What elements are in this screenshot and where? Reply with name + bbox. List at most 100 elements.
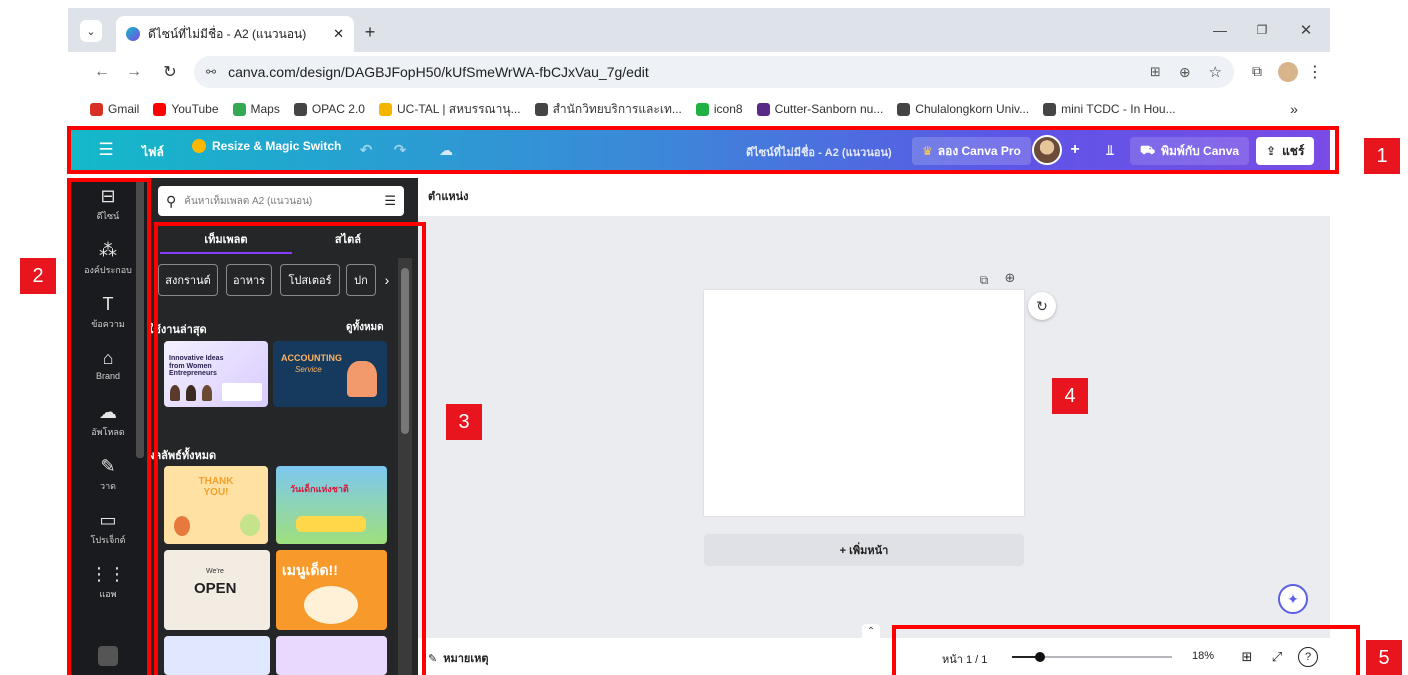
- try-canva-pro-button[interactable]: ♛ ลอง Canva Pro: [912, 137, 1031, 165]
- bookmarks-overflow-icon[interactable]: »: [1284, 100, 1304, 118]
- annotation-label-2: 2: [20, 258, 56, 294]
- annotation-label-3: 3: [446, 404, 482, 440]
- rail-scroll-track: [136, 178, 144, 458]
- bookmark-item[interactable]: Maps: [232, 102, 280, 116]
- bookmark-item[interactable]: YouTube: [153, 102, 219, 116]
- add-page-button[interactable]: + เพิ่มหน้า: [704, 534, 1024, 566]
- template-thumb-partial-2[interactable]: [276, 636, 387, 675]
- zoom-percent[interactable]: 18%: [1192, 650, 1214, 662]
- try-pro-label: ลอง Canva Pro: [937, 143, 1021, 158]
- rail-item-draw[interactable]: ✎ วาด: [68, 456, 148, 493]
- bookmark-star-icon[interactable]: ☆: [1209, 63, 1222, 81]
- zoom-icon[interactable]: ⊕: [1179, 64, 1191, 81]
- help-icon[interactable]: ?: [1298, 647, 1318, 667]
- print-with-canva-button[interactable]: ⛟ พิมพ์กับ Canva: [1130, 137, 1250, 165]
- forward-icon[interactable]: →: [124, 62, 144, 82]
- bookmark-item[interactable]: Chulalongkorn Univ...: [897, 102, 1029, 116]
- redo-icon[interactable]: ↷: [390, 140, 410, 160]
- template-thumb-menu[interactable]: เมนูเด็ด!!: [276, 550, 387, 630]
- share-button[interactable]: ⇪ แชร์: [1256, 137, 1315, 165]
- new-tab-button[interactable]: +: [360, 22, 380, 42]
- chip-poster[interactable]: โปสเตอร์: [280, 264, 340, 296]
- panel-scroll-thumb[interactable]: [401, 268, 409, 434]
- search-placeholder: ค้นหาเท็มเพลต A2 (แนวนอน): [184, 195, 313, 207]
- notes-label: หมายเหตุ: [443, 653, 489, 665]
- tab-list-button[interactable]: ⌄: [80, 20, 102, 42]
- icon8-icon: [695, 102, 709, 116]
- globe-icon: [897, 102, 911, 116]
- template-thumb-accounting[interactable]: ACCOUNTING Service: [273, 341, 387, 407]
- back-icon[interactable]: ←: [92, 62, 112, 82]
- crown-icon: [192, 139, 206, 153]
- rail-label: โปรเจ็กต์: [90, 535, 126, 545]
- collapse-chevron-icon[interactable]: ⌃: [862, 624, 880, 638]
- cutter-icon: [756, 102, 770, 116]
- template-thumb-innovative[interactable]: Innovative Ideas from Women Entrepreneur…: [164, 341, 268, 407]
- thumb-text: THANK YOU!: [198, 476, 234, 498]
- duplicate-page-icon[interactable]: ⧉: [976, 272, 992, 288]
- rail-item-apps[interactable]: ⋮⋮ แอพ: [68, 564, 148, 601]
- close-window-icon[interactable]: ✕: [1294, 18, 1318, 42]
- globe-icon: [1043, 102, 1057, 116]
- tab-templates[interactable]: เท็มเพลต: [160, 230, 292, 248]
- translate-icon[interactable]: ⊞: [1150, 64, 1161, 80]
- magic-assistant-icon[interactable]: ✦: [1278, 584, 1308, 614]
- avatar[interactable]: [1032, 135, 1062, 165]
- chip-cover[interactable]: ปก: [346, 264, 376, 296]
- reload-icon[interactable]: ↻: [160, 62, 180, 82]
- tab-styles[interactable]: สไตล์: [294, 230, 402, 248]
- grid-view-icon[interactable]: ⊞: [1238, 648, 1256, 666]
- url-text: canva.com/design/DAGBJFopH50/kUfSmeWrWA-…: [228, 64, 649, 80]
- bookmark-item[interactable]: Gmail: [90, 102, 139, 116]
- see-all-link[interactable]: ดูทั้งหมด: [346, 320, 384, 335]
- page-indicator[interactable]: หน้า 1 / 1: [942, 650, 987, 668]
- undo-icon[interactable]: ↶: [356, 140, 376, 160]
- site-info-icon[interactable]: ⚯: [206, 65, 216, 79]
- thumb-text: วันเด็กแห่งชาติ: [290, 484, 349, 494]
- menu-icon[interactable]: ☰: [96, 140, 116, 160]
- chips-next-icon[interactable]: ›: [378, 270, 396, 290]
- fullscreen-icon[interactable]: ⤢: [1268, 648, 1286, 666]
- canva-top-bar: ☰ ไฟล์ Resize & Magic Switch ↶ ↷ ☁ ดีไซน…: [68, 127, 1330, 173]
- avatar-icon[interactable]: [1278, 62, 1298, 82]
- bookmark-item[interactable]: สำนักวิทยบริการและเท...: [534, 100, 682, 119]
- extensions-icon[interactable]: ⧉: [1248, 62, 1266, 80]
- position-button[interactable]: ตำแหน่ง: [428, 187, 469, 205]
- template-thumb-thank-you[interactable]: THANK YOU!: [164, 466, 268, 544]
- design-page[interactable]: [704, 290, 1024, 516]
- position-toolbar: [418, 178, 1330, 216]
- insights-icon[interactable]: ⫫: [1100, 140, 1120, 160]
- zoom-slider-thumb[interactable]: [1035, 652, 1045, 662]
- bookmark-item[interactable]: OPAC 2.0: [293, 102, 365, 116]
- annotation-label-4: 4: [1052, 378, 1088, 414]
- template-thumb-childrens-day[interactable]: วันเด็กแห่งชาติ: [276, 466, 387, 544]
- restore-icon[interactable]: ❐: [1250, 18, 1274, 42]
- note-extension-icon[interactable]: [1068, 62, 1086, 80]
- browser-tab-strip: ⌄ ดีไซน์ที่ไม่มีชื่อ - A2 (แนวนอน) ✕ + —…: [68, 8, 1330, 52]
- bookmark-item[interactable]: icon8: [695, 102, 743, 116]
- minimize-icon[interactable]: —: [1208, 18, 1232, 42]
- add-page-icon[interactable]: ⊕: [1002, 270, 1018, 286]
- document-title[interactable]: ดีไซน์ที่ไม่มีชื่อ - A2 (แนวนอน): [746, 143, 892, 161]
- template-search-input[interactable]: ⚲ ค้นหาเท็มเพลต A2 (แนวนอน) ☰: [158, 186, 404, 216]
- add-collaborator-icon[interactable]: +: [1066, 140, 1084, 160]
- file-menu[interactable]: ไฟล์: [142, 143, 164, 162]
- chip-songkran[interactable]: สงกรานต์: [158, 264, 218, 296]
- bookmark-item[interactable]: Cutter-Sanborn nu...: [756, 102, 883, 116]
- refresh-icon[interactable]: ↻: [1028, 292, 1056, 320]
- template-thumb-partial-1[interactable]: [164, 636, 270, 675]
- template-thumb-open[interactable]: We're OPEN: [164, 550, 270, 630]
- more-menu-icon[interactable]: ⋮: [1307, 62, 1323, 82]
- resize-magic-switch-button[interactable]: Resize & Magic Switch: [192, 139, 341, 153]
- rail-extra-icon[interactable]: [98, 646, 118, 666]
- share-icon: ⇪: [1266, 144, 1277, 158]
- bookmark-item[interactable]: UC-TAL | สหบรรณานุ...: [378, 100, 521, 119]
- bookmark-item[interactable]: mini TCDC - In Hou...: [1043, 102, 1176, 116]
- notes-button[interactable]: ✎ หมายเหตุ: [428, 649, 489, 667]
- browser-tab[interactable]: ดีไซน์ที่ไม่มีชื่อ - A2 (แนวนอน) ✕: [116, 16, 354, 52]
- chip-food[interactable]: อาหาร: [226, 264, 272, 296]
- rail-item-folder[interactable]: ▭ โปรเจ็กต์: [68, 510, 148, 547]
- close-tab-icon[interactable]: ✕: [333, 26, 344, 42]
- bookmark-label: OPAC 2.0: [311, 102, 365, 116]
- filter-icon[interactable]: ☰: [384, 193, 396, 209]
